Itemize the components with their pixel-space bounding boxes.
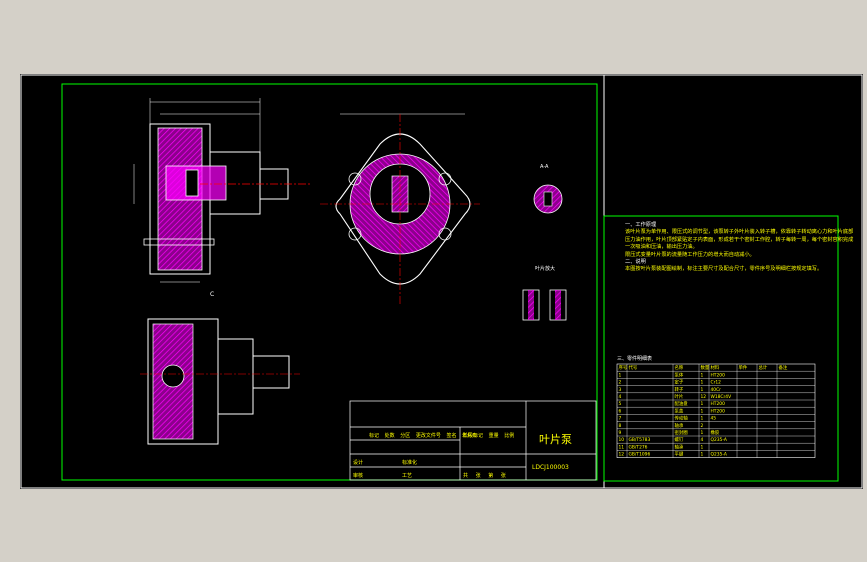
parts-table-cell: 6 (619, 408, 622, 414)
parts-table-cell: 1 (701, 408, 704, 414)
parts-table-cell: Q235-A (711, 452, 727, 458)
parts-table-cell: 1 (701, 416, 704, 422)
parts-table-header: 单件 (739, 364, 748, 371)
parts-table-cell: GB/T1096 (629, 452, 651, 458)
parts-table-cell: HT200 (711, 401, 726, 407)
parts-table-cell: 定子 (675, 379, 684, 386)
parts-table-cell: 9 (619, 430, 622, 436)
label-detail: 叶片放大 (535, 265, 555, 272)
parts-table-header: 备注 (779, 364, 788, 371)
parts-table-cell: 1 (701, 401, 704, 407)
title-standardize: 标准化 (402, 459, 417, 466)
parts-table-cell: 1 (701, 430, 704, 436)
parts-table-cell: 7 (619, 416, 622, 422)
drawing-sheet: A-A 叶片放大 C 标记 处数 分区 更改文件号 签名 年月日 设计 标准化 … (20, 74, 863, 489)
drawing-name: 叶片泵 (539, 433, 572, 446)
title-process: 工艺 (402, 473, 412, 479)
parts-table-header: 数量 (701, 364, 710, 371)
inner-frame-left (61, 83, 598, 481)
parts-table-cell: 1 (701, 380, 704, 386)
parts-table: 三、零件明细表序号 代号 名称 数量 材料 单件 总计 备注 1 泵体 1 HT200 2 定子 1 Cr12… (616, 355, 816, 458)
parts-table-cell: 12 (619, 452, 625, 458)
parts-table-cell: 转子 (675, 386, 684, 393)
parts-table-cell: 40Cr (711, 387, 722, 393)
notes-section2-text: 本图按叶片泵装配图绘制，标注主要尺寸及配合尺寸，零件序号及明细栏按规定填写。 (625, 266, 823, 273)
parts-table-cell: HT200 (711, 372, 726, 378)
parts-table-cell: 密封圈 (675, 429, 689, 436)
parts-table-cell: 轴承 (675, 422, 684, 429)
parts-table-cell: 泵体 (675, 371, 684, 378)
notes-section1-extra: 限压式变量叶片泵的流量随工作压力的增大而自动减小。 (625, 251, 755, 258)
parts-table-cell: Cr12 (711, 380, 722, 386)
title-sheet-info: 共 张 第 张 (463, 472, 506, 479)
outer-border (20, 74, 863, 489)
label-view-c: C (210, 291, 214, 298)
side-view (320, 113, 480, 304)
parts-table-header: 序号 (619, 364, 628, 371)
title-design: 设计 (353, 459, 363, 466)
parts-table-cell: 螺钉 (675, 436, 684, 443)
parts-table-cell: 传动轴 (675, 415, 689, 422)
parts-table-cell: 1 (701, 387, 704, 393)
parts-table-cell: 1 (701, 452, 704, 458)
title-stage-headers: 阶段标记 重量 比例 (463, 432, 514, 439)
parts-table-cell: 1 (701, 444, 704, 450)
parts-table-cell: 45 (711, 416, 717, 422)
drawing-number: LDCJ100003 (532, 464, 569, 471)
title-review: 审核 (353, 472, 363, 479)
parts-table-cell: 10 (619, 437, 625, 443)
parts-table-cell: 平键 (675, 451, 684, 458)
parts-table-cell: 1 (619, 372, 622, 378)
parts-table-header: 材料 (711, 364, 720, 371)
parts-table-cell: 橡胶 (711, 429, 720, 436)
parts-table-header: 代号 (629, 364, 638, 371)
parts-table-cell: GB/T5783 (629, 437, 651, 443)
bottom-section-view: C (140, 291, 300, 445)
parts-table-cell: Q235-A (711, 437, 727, 443)
parts-table-cell: GB/T276 (629, 444, 648, 450)
parts-table-cell: 轴承 (675, 443, 684, 450)
parts-table-cell: 1 (701, 372, 704, 378)
parts-table-cell: W18Cr4V (711, 394, 732, 400)
notes-section1-text: 该叶片泵为单作用、限压式的调节型，该泵转子外叶片装入转子槽，依靠转子转动离心力和… (625, 229, 854, 251)
parts-table-cell: HT200 (711, 408, 726, 414)
parts-table-cell: 2 (619, 380, 622, 386)
parts-table-title: 三、零件明细表 (617, 355, 652, 362)
detail-views: A-A 叶片放大 (522, 164, 567, 321)
parts-table-cell: 4 (701, 437, 704, 443)
label-section-aa: A-A (540, 164, 549, 170)
parts-table-cell: 配油盘 (675, 400, 689, 407)
parts-table-cell: 4 (619, 394, 622, 400)
parts-table-cell: 11 (619, 444, 625, 450)
title-row-labels: 标记 处数 分区 更改文件号 签名 年月日 (369, 432, 477, 439)
front-section-view (133, 98, 310, 283)
parts-table-cell: 8 (619, 423, 622, 429)
parts-table-cell: 12 (701, 394, 707, 400)
parts-table-header: 总计 (759, 364, 768, 371)
parts-table-cell: 叶片 (675, 393, 684, 400)
technical-notes: 一、工作原理 该叶片泵为单作用、限压式的调节型，该泵转子外叶片装入转子槽，依靠转… (625, 222, 855, 274)
drawing-canvas: A-A 叶片放大 C 标记 处数 分区 更改文件号 签名 年月日 设计 标准化 … (20, 74, 863, 489)
parts-table-cell: 5 (619, 401, 622, 407)
parts-table-cell: 3 (619, 387, 622, 393)
parts-table-header: 名称 (675, 364, 684, 371)
parts-table-cell: 泵盖 (675, 407, 684, 414)
parts-table-cell: 2 (701, 423, 704, 429)
